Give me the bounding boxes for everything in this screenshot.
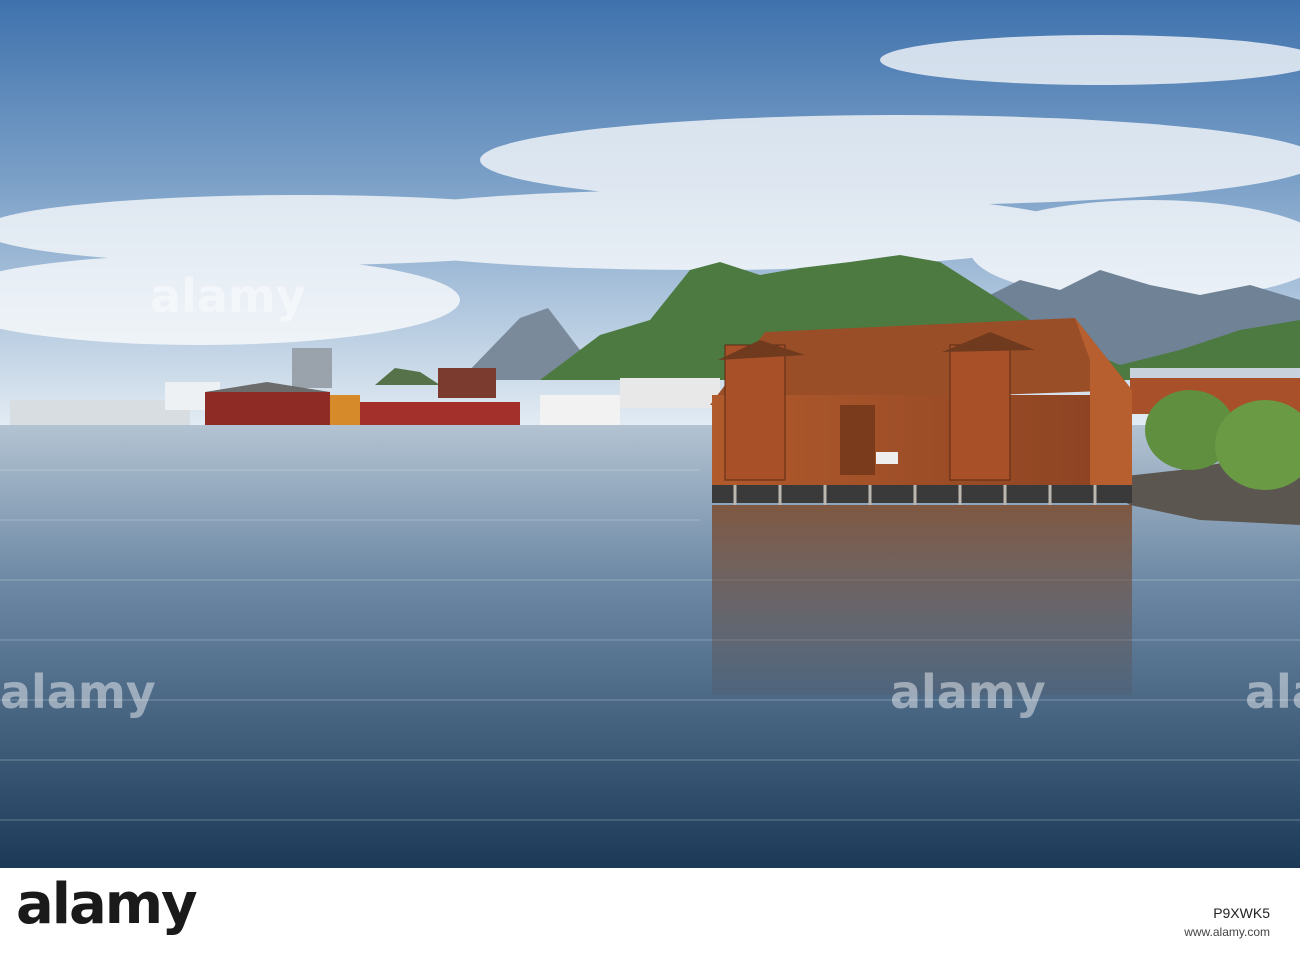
image-id: P9XWK5: [1213, 905, 1270, 921]
harbor-photo: alamy alamy alamy alamy: [0, 0, 1300, 868]
watermark-text: alamy: [890, 665, 1046, 719]
footer-strip: [320, 868, 1300, 957]
watermark-text: alamy: [0, 665, 156, 719]
watermark-text: alamy: [150, 269, 306, 323]
site-url: www.alamy.com: [1184, 925, 1270, 939]
alamy-logo: alamy: [16, 872, 198, 937]
watermark-text: alamy: [1245, 665, 1300, 719]
warehouse: [710, 318, 1132, 505]
